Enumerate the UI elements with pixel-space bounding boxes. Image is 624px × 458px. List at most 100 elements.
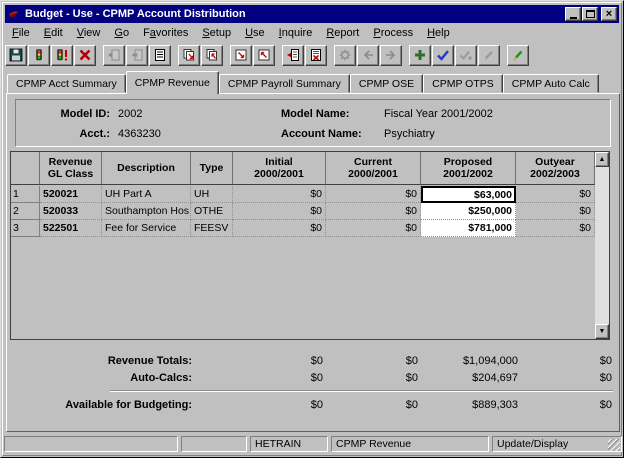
back-arrow-icon bbox=[361, 48, 375, 62]
save-button[interactable] bbox=[5, 45, 27, 66]
run-alert-button[interactable] bbox=[51, 45, 73, 66]
account-name-label: Account Name: bbox=[281, 128, 362, 140]
cell-outyear: $0 bbox=[516, 220, 595, 237]
copy-prev-icon bbox=[107, 48, 121, 62]
status-page-name: CPMP Revenue bbox=[331, 436, 489, 452]
arrow-down-icon: ▼ bbox=[599, 328, 606, 335]
cell-current: $0 bbox=[326, 220, 421, 237]
back-button bbox=[357, 45, 379, 66]
cell-proposed-input[interactable]: $63,000 bbox=[421, 186, 516, 203]
tab-cpmp-auto-calc[interactable]: CPMP Auto Calc bbox=[503, 74, 599, 93]
grid-header-row: RevenueGL Class Description Type Initial… bbox=[11, 152, 595, 185]
delete-row-button[interactable] bbox=[305, 45, 327, 66]
insert-row-button[interactable] bbox=[282, 45, 304, 66]
status-bar: HETRAIN CPMP Revenue Update/Display bbox=[4, 435, 622, 453]
row-number: 3 bbox=[11, 220, 40, 237]
auto-calcs-outyear: $0 bbox=[518, 372, 612, 384]
auto-calcs-row: Auto-Calcs: $0 $0 $204,697 $0 bbox=[10, 369, 612, 386]
menu-help[interactable]: Help bbox=[420, 25, 457, 41]
pencil-icon bbox=[482, 48, 496, 62]
resize-grip[interactable] bbox=[608, 439, 620, 451]
menu-view[interactable]: View bbox=[70, 25, 108, 41]
header-outyear: Outyear2002/2003 bbox=[516, 152, 595, 184]
vertical-scrollbar[interactable]: ▲ ▼ bbox=[595, 152, 609, 339]
status-operator: HETRAIN bbox=[250, 436, 328, 452]
highlight-pen-button[interactable] bbox=[507, 45, 529, 66]
status-message-panel bbox=[4, 436, 178, 452]
model-id-label: Model ID: bbox=[22, 108, 110, 120]
model-name-label: Model Name: bbox=[281, 108, 349, 120]
cell-outyear: $0 bbox=[516, 203, 595, 220]
copy-next-button bbox=[126, 45, 148, 66]
cell-gl-class: 522501 bbox=[40, 220, 102, 237]
scroll-up-button[interactable]: ▲ bbox=[595, 152, 609, 167]
plus-icon bbox=[413, 48, 427, 62]
tab-cpmp-otps[interactable]: CPMP OTPS bbox=[423, 74, 503, 93]
revenue-totals-row: Revenue Totals: $0 $0 $1,094,000 $0 bbox=[10, 352, 612, 369]
maximize-button[interactable] bbox=[582, 7, 598, 21]
menu-report[interactable]: Report bbox=[319, 25, 366, 41]
cell-proposed-input[interactable]: $781,000 bbox=[421, 220, 516, 237]
arrow-up-icon: ▲ bbox=[599, 156, 606, 163]
close-icon: × bbox=[606, 9, 612, 19]
menu-edit[interactable]: Edit bbox=[37, 25, 70, 41]
menu-favorites[interactable]: Favorites bbox=[136, 25, 195, 41]
traffic-light-icon bbox=[32, 48, 46, 62]
table-row: 3 522501 Fee for Service FEESV $0 $0 $78… bbox=[11, 220, 595, 237]
minimize-button[interactable] bbox=[565, 7, 581, 21]
copy-next-icon bbox=[130, 48, 144, 62]
worklist-icon bbox=[153, 48, 167, 62]
tab-cpmp-revenue[interactable]: CPMP Revenue bbox=[126, 71, 219, 94]
status-mode: Update/Display bbox=[492, 436, 622, 452]
totals-divider bbox=[110, 390, 613, 392]
traffic-light-alert-icon bbox=[55, 48, 69, 62]
save-icon bbox=[9, 48, 23, 62]
header-type: Type bbox=[191, 152, 233, 184]
cell-proposed-input[interactable]: $250,000 bbox=[421, 203, 516, 220]
run-button[interactable] bbox=[28, 45, 50, 66]
revenue-total-proposed: $1,094,000 bbox=[418, 355, 518, 367]
title-bar[interactable]: Budget - Use - CPMP Account Distribution… bbox=[5, 5, 619, 23]
menu-bar: File Edit View Go Favorites Setup Use In… bbox=[5, 24, 619, 42]
menu-setup[interactable]: Setup bbox=[195, 25, 238, 41]
menu-inquire[interactable]: Inquire bbox=[272, 25, 320, 41]
header-description: Description bbox=[102, 152, 191, 184]
minimize-icon bbox=[570, 17, 577, 19]
tab-cpmp-acct-summary[interactable]: CPMP Acct Summary bbox=[7, 74, 126, 93]
application-window: Budget - Use - CPMP Account Distribution… bbox=[0, 0, 624, 458]
cell-gl-class: 520021 bbox=[40, 186, 102, 203]
available-for-budgeting-row: Available for Budgeting: $0 $0 $889,303 … bbox=[10, 396, 612, 413]
tab-cpmp-payroll-summary[interactable]: CPMP Payroll Summary bbox=[219, 74, 350, 93]
menu-process[interactable]: Process bbox=[366, 25, 420, 41]
maximize-icon bbox=[586, 10, 595, 18]
add-button[interactable] bbox=[409, 45, 431, 66]
edit-pencil-button bbox=[478, 45, 500, 66]
update-check-button[interactable] bbox=[432, 45, 454, 66]
scroll-down-button[interactable]: ▼ bbox=[595, 324, 609, 339]
drill-up-button[interactable] bbox=[253, 45, 275, 66]
model-id-value: 2002 bbox=[118, 108, 142, 120]
auto-calcs-proposed: $204,697 bbox=[418, 372, 518, 384]
menu-go[interactable]: Go bbox=[107, 25, 136, 41]
available-outyear: $0 bbox=[518, 399, 612, 411]
cell-description: Fee for Service bbox=[102, 220, 191, 237]
worklist-button[interactable] bbox=[149, 45, 171, 66]
process-gear-button bbox=[334, 45, 356, 66]
tab-bar: CPMP Acct Summary CPMP Revenue CPMP Payr… bbox=[7, 71, 599, 94]
revenue-totals-label: Revenue Totals: bbox=[10, 355, 192, 367]
cell-current: $0 bbox=[326, 186, 421, 203]
copy-page-down-button[interactable] bbox=[178, 45, 200, 66]
menu-file[interactable]: File bbox=[5, 25, 37, 41]
drill-down-button[interactable] bbox=[230, 45, 252, 66]
table-row: 2 520033 Southampton Hos OTHE $0 $0 $250… bbox=[11, 203, 595, 220]
tab-cpmp-ose[interactable]: CPMP OSE bbox=[350, 74, 423, 93]
delete-button[interactable] bbox=[74, 45, 96, 66]
account-name-value: Psychiatry bbox=[384, 128, 435, 140]
close-button[interactable]: × bbox=[601, 7, 617, 21]
cell-type: FEESV bbox=[191, 220, 233, 237]
app-icon[interactable] bbox=[7, 7, 21, 21]
status-empty-panel bbox=[181, 436, 247, 452]
menu-use[interactable]: Use bbox=[238, 25, 272, 41]
drill-up-icon bbox=[257, 48, 271, 62]
copy-page-up-button[interactable] bbox=[201, 45, 223, 66]
